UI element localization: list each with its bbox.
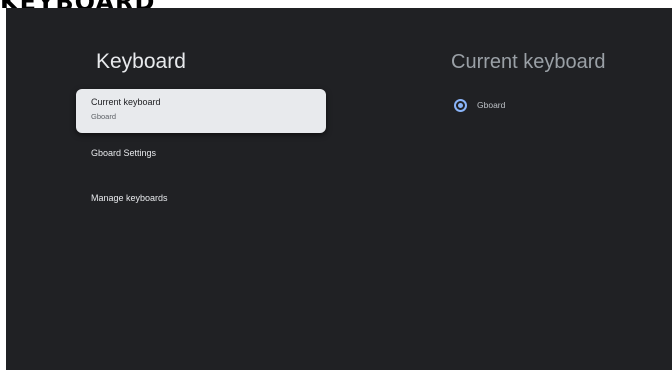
panel-title: Current keyboard: [451, 51, 606, 73]
page-title: Keyboard: [96, 50, 186, 73]
menu-item-label: Gboard Settings: [91, 148, 157, 158]
radio-dot: [458, 102, 463, 108]
keyboard-option-gboard[interactable]: Gboard: [454, 97, 505, 113]
menu-item-subtitle: Gboard: [91, 112, 117, 121]
option-label: Gboard: [477, 100, 506, 110]
menu-item-label: Manage keyboards: [91, 193, 168, 203]
settings-screen: Keyboard Current keyboard Gboard Gboard …: [6, 8, 672, 370]
menu-item-manage-keyboards[interactable]: Manage keyboards: [76, 189, 326, 209]
menu-item-label: Current keyboard: [91, 97, 161, 107]
top-caption: KEYBOARD: [0, 0, 155, 8]
menu-item-current-keyboard[interactable]: Current keyboard Gboard: [76, 89, 326, 133]
radio-selected-icon[interactable]: [454, 98, 467, 112]
menu-item-gboard-settings[interactable]: Gboard Settings: [76, 144, 326, 164]
